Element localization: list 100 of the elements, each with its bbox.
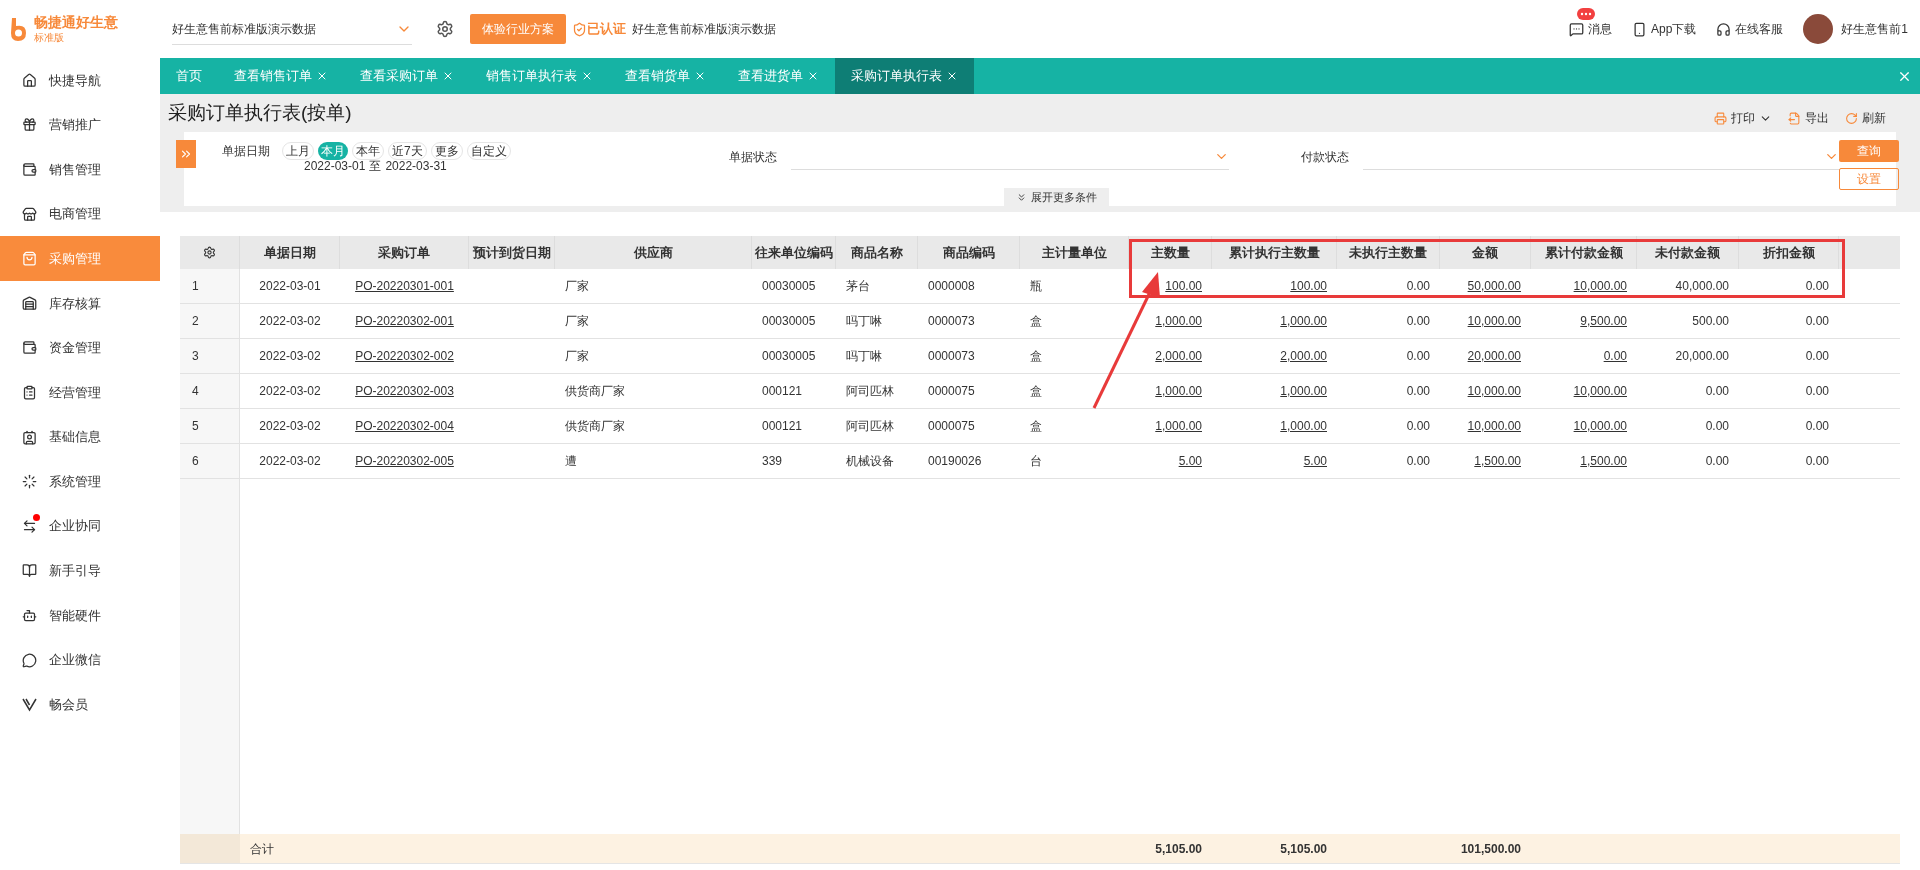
total-label: 合计: [250, 840, 274, 858]
table-link[interactable]: 1,000.00: [1280, 312, 1327, 330]
shield-icon: [572, 21, 587, 37]
table-cell-text: 00030005: [762, 313, 816, 330]
table-link[interactable]: 0.00: [1603, 347, 1627, 365]
table-link[interactable]: 5.00: [1303, 452, 1327, 470]
close-icon[interactable]: [946, 70, 958, 82]
table-cell-text: 0.00: [1406, 453, 1430, 470]
headset-icon[interactable]: [1716, 21, 1732, 37]
table-link[interactable]: 10,000.00: [1467, 382, 1521, 400]
table-link[interactable]: 100.00: [1165, 277, 1202, 295]
header-action[interactable]: 消息: [1587, 20, 1612, 38]
column-header: 未执行主数量: [1337, 236, 1440, 269]
table-link[interactable]: PO-20220302-002: [355, 347, 454, 365]
sidebar-item[interactable]: 电商管理: [0, 191, 160, 237]
verified-label: 已认证: [587, 20, 626, 39]
table-cell-text: 000121: [762, 418, 803, 435]
column-header: 主计量单位: [1020, 236, 1129, 269]
close-icon[interactable]: [807, 70, 819, 82]
table-cell-text: 0.00: [1705, 383, 1729, 400]
table-link[interactable]: 10,000.00: [1573, 417, 1627, 435]
table-cell-text: 40,000.00: [1675, 278, 1729, 295]
table-link[interactable]: 9,500.00: [1580, 312, 1627, 330]
table-link[interactable]: PO-20220302-004: [355, 417, 454, 435]
expand-conditions-button[interactable]: 展开更多条件: [1004, 188, 1109, 206]
sidebar-item[interactable]: 畅会员: [0, 682, 160, 727]
avatar[interactable]: [1803, 14, 1834, 44]
table-link[interactable]: 1,000.00: [1280, 417, 1327, 435]
sidebar-item[interactable]: 新手引导: [0, 548, 160, 594]
toolbar-button[interactable]: 导出: [1788, 109, 1829, 127]
table-link[interactable]: 20,000.00: [1467, 347, 1521, 365]
table-link[interactable]: 5.00: [1178, 452, 1202, 470]
table-cell-text: 茅台: [846, 278, 870, 295]
close-icon[interactable]: [316, 70, 328, 82]
row-number: 1: [180, 269, 240, 303]
table-link[interactable]: PO-20220302-001: [355, 312, 454, 330]
table-cell-text: 500.00: [1692, 313, 1729, 330]
account-select[interactable]: 好生意售前标准版演示数据: [172, 13, 412, 45]
table-link[interactable]: 1,000.00: [1155, 312, 1202, 330]
close-icon[interactable]: [581, 70, 593, 82]
toolbar-button[interactable]: 打印: [1714, 109, 1772, 127]
table-link[interactable]: PO-20220302-005: [355, 452, 454, 470]
sidebar-item[interactable]: 智能硬件: [0, 593, 160, 638]
table-link[interactable]: 10,000.00: [1573, 277, 1627, 295]
table-link[interactable]: 10,000.00: [1467, 312, 1521, 330]
user-name[interactable]: 好生意售前1: [1841, 20, 1908, 38]
table-cell-text: 2022-03-01: [259, 278, 321, 295]
double-chevron-icon: [179, 147, 193, 161]
message-icon[interactable]: [1568, 21, 1584, 37]
expand-sidebar-button[interactable]: [176, 140, 196, 168]
table-cell-text: 00030005: [762, 278, 816, 295]
table-cell-text: 2022-03-02: [259, 313, 321, 330]
table-link[interactable]: 10,000.00: [1467, 417, 1521, 435]
close-icon[interactable]: [442, 70, 454, 82]
table-link[interactable]: 1,500.00: [1474, 452, 1521, 470]
row-number: 3: [180, 339, 240, 373]
sidebar-item[interactable]: 经营管理: [0, 370, 160, 415]
table-link[interactable]: 2,000.00: [1155, 347, 1202, 365]
column-header: 往来单位编码: [752, 236, 836, 269]
table-link[interactable]: PO-20220302-003: [355, 382, 454, 400]
phone-icon[interactable]: [1631, 21, 1647, 37]
toolbar-button[interactable]: 刷新: [1845, 109, 1886, 127]
export-icon: [1788, 111, 1801, 125]
table-cell-text: 00190026: [928, 453, 982, 470]
table-link[interactable]: 1,500.00: [1580, 452, 1627, 470]
close-icon[interactable]: [694, 70, 706, 82]
table-link[interactable]: PO-20220301-001: [355, 277, 454, 295]
table-link[interactable]: 1,000.00: [1155, 382, 1202, 400]
sidebar-item[interactable]: 企业微信: [0, 637, 160, 683]
page-title: 采购订单执行表(按单): [168, 100, 352, 125]
table-cell-text: 厂家: [565, 348, 589, 365]
table-link[interactable]: 1,000.00: [1155, 417, 1202, 435]
settings-icon[interactable]: [436, 20, 454, 38]
sidebar-item[interactable]: 快捷导航: [0, 58, 160, 103]
table-cell-text: 0000075: [928, 383, 975, 400]
table-cell-text: 0.00: [1805, 418, 1829, 435]
header-action[interactable]: App下载: [1650, 20, 1697, 38]
sidebar-item[interactable]: 系统管理: [0, 459, 160, 504]
table-link[interactable]: 2,000.00: [1280, 347, 1327, 365]
header-action[interactable]: 在线客服: [1735, 20, 1784, 38]
sidebar-item[interactable]: 资金管理: [0, 325, 160, 371]
table-cell-text: 0000073: [928, 313, 975, 330]
sidebar-item[interactable]: 企业协同: [0, 503, 160, 549]
table-link[interactable]: 10,000.00: [1573, 382, 1627, 400]
sidebar-item[interactable]: 库存核算: [0, 280, 160, 326]
column-header: 累计付款金额: [1531, 236, 1637, 269]
total-value: 5,105.00: [1280, 840, 1327, 858]
sidebar-item[interactable]: 基础信息: [0, 414, 160, 460]
table-link[interactable]: 1,000.00: [1280, 382, 1327, 400]
table-cell-text: 0000008: [928, 278, 975, 295]
table-cell-text: 0.00: [1406, 313, 1430, 330]
table-cell-text: 0000073: [928, 348, 975, 365]
sidebar-item[interactable]: 销售管理: [0, 147, 160, 192]
table-link[interactable]: 100.00: [1290, 277, 1327, 295]
table-link[interactable]: 50,000.00: [1467, 277, 1521, 295]
settings-icon[interactable]: [203, 246, 216, 259]
table-cell-text: 阿司匹林: [846, 383, 894, 400]
printer-icon: [1714, 111, 1727, 125]
sidebar-item[interactable]: 营销推广: [0, 102, 160, 148]
tab[interactable]: 采购订单执行表: [835, 58, 974, 94]
